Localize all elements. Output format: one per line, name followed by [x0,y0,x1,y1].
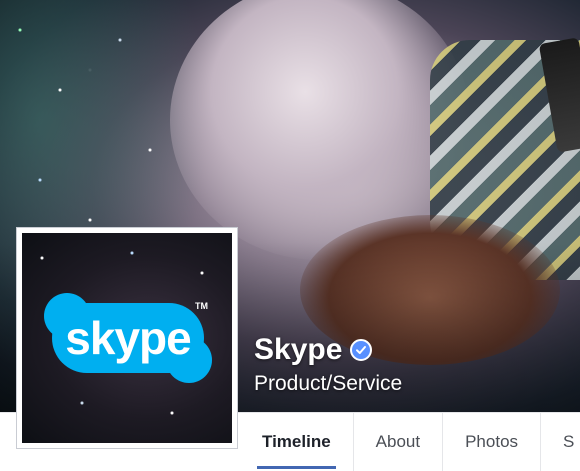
profile-picture-image: skype TM [22,233,232,443]
tab-photos[interactable]: Photos [443,413,542,471]
tab-list: Timeline About Photos S [240,413,580,471]
profile-picture[interactable]: skype TM [16,227,238,449]
tab-more[interactable]: S [541,413,580,471]
tab-about[interactable]: About [354,413,444,471]
skype-logo-text: skype [65,312,191,364]
tab-timeline[interactable]: Timeline [240,413,354,471]
page-title[interactable]: Skype [254,333,342,367]
skype-logo: skype TM [44,293,212,383]
checkmark-icon [356,346,367,354]
tab-label: About [375,432,421,451]
page-title-row: Skype [254,333,373,367]
tab-label: Photos [465,432,519,451]
verified-badge-icon [350,339,373,361]
tab-label: S [563,432,575,451]
page-category[interactable]: Product/Service [254,372,402,396]
skype-logo-trademark: TM [195,301,208,311]
tab-label: Timeline [262,432,331,451]
